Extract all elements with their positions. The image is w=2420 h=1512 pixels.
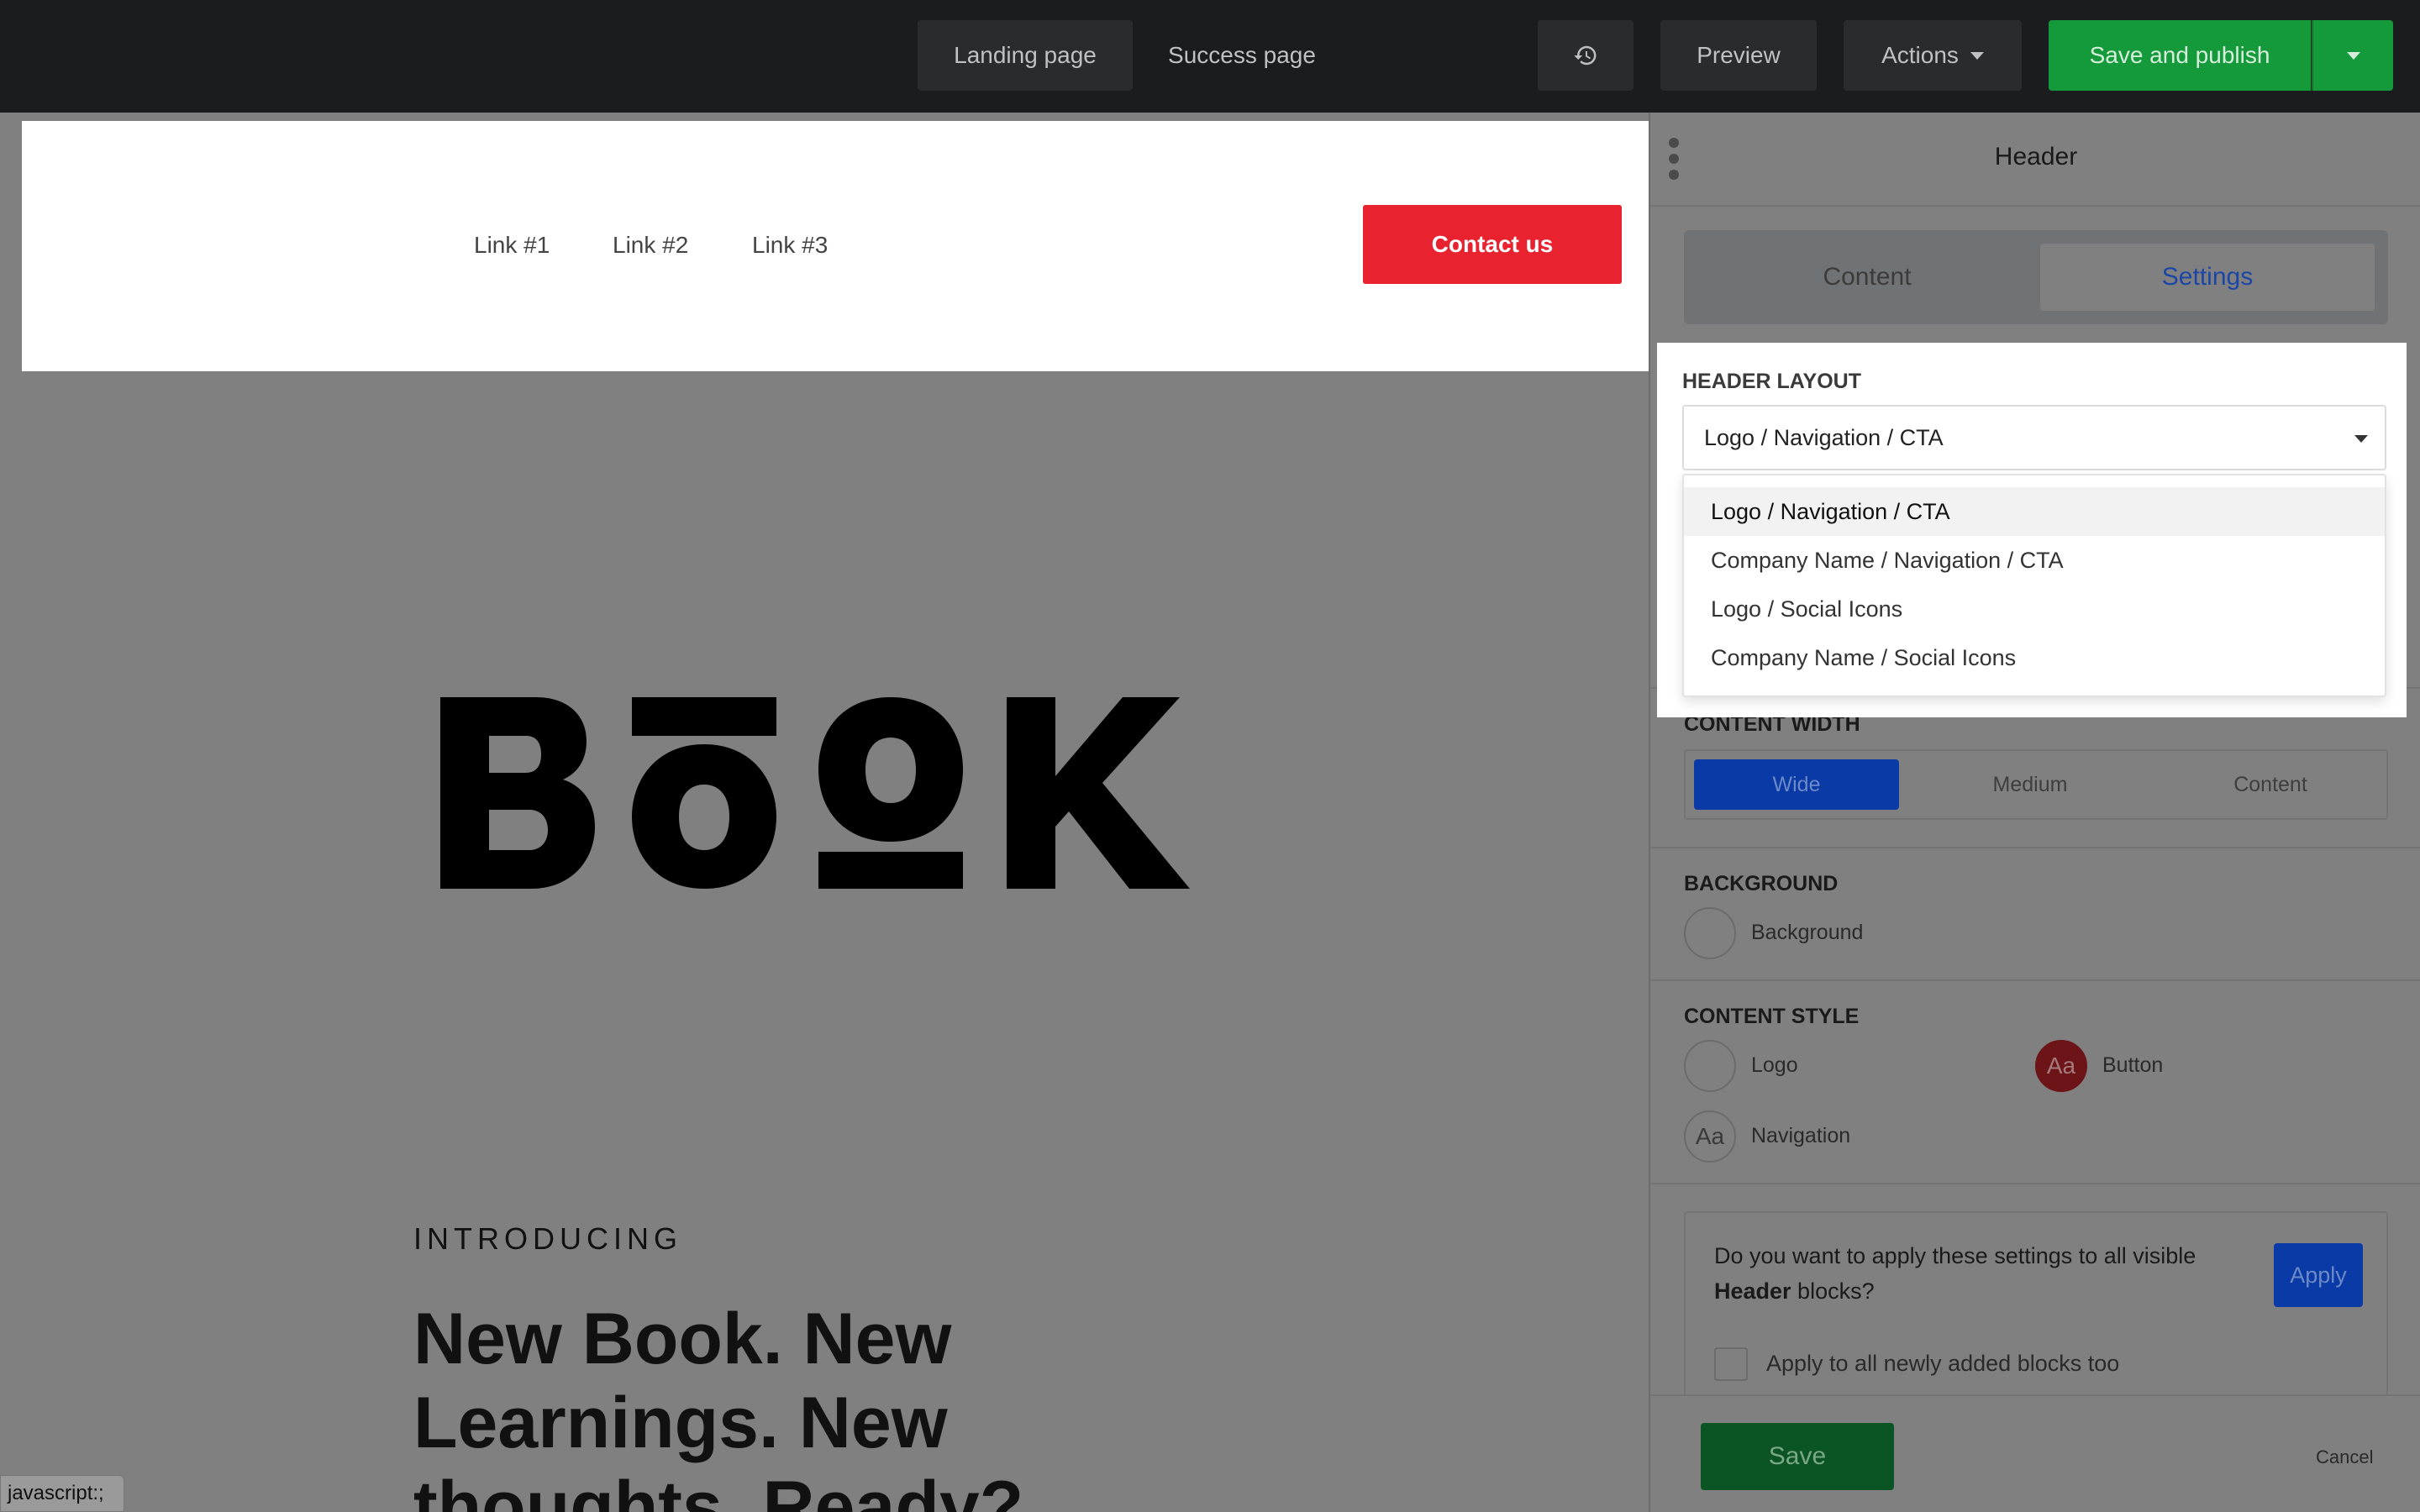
layout-option-company-nav-cta[interactable]: Company Name / Navigation / CTA	[1684, 536, 2385, 585]
save-button[interactable]: Save	[1701, 1423, 1894, 1490]
divider	[1650, 979, 2420, 981]
preview-button[interactable]: Preview	[1660, 20, 1817, 91]
tab-success-page[interactable]: Success page	[1146, 20, 1338, 91]
history-icon	[1574, 45, 1597, 66]
button-style-label: Button	[2102, 1053, 2164, 1077]
logo-style-swatch[interactable]	[1684, 1040, 1736, 1092]
nav-link-1[interactable]: Link #1	[474, 232, 550, 259]
divider	[1650, 205, 2420, 207]
book-logo	[440, 697, 1190, 889]
panel-title: Header	[1994, 143, 2078, 171]
nav-link-3[interactable]: Link #3	[752, 232, 828, 259]
header-layout-select[interactable]: Logo / Navigation / CTA	[1682, 405, 2386, 470]
publish-options-button[interactable]	[2312, 20, 2393, 91]
header-layout-options: Logo / Navigation / CTA Company Name / N…	[1682, 474, 2386, 697]
navigation-style-label: Navigation	[1751, 1124, 1851, 1147]
background-swatch[interactable]	[1684, 907, 1736, 959]
logo-style-label: Logo	[1751, 1053, 1798, 1077]
width-content-button[interactable]: Content	[2168, 759, 2373, 810]
nav-link-2[interactable]: Link #2	[613, 232, 688, 259]
layout-option-logo-nav-cta[interactable]: Logo / Navigation / CTA	[1684, 487, 2385, 536]
save-and-publish-button[interactable]: Save and publish	[2049, 20, 2311, 91]
apply-question-text: Do you want to apply these settings to a…	[1714, 1243, 2196, 1268]
divider	[1650, 847, 2420, 848]
cancel-link[interactable]: Cancel	[2316, 1446, 2373, 1468]
site-header-block[interactable]: Link #1 Link #2 Link #3 Contact us	[22, 121, 1650, 371]
navigation-style-swatch[interactable]: Aa	[1684, 1110, 1736, 1163]
tab-landing-page[interactable]: Landing page	[918, 20, 1133, 91]
status-bar-url: javascript:;	[0, 1475, 124, 1512]
width-medium-button[interactable]: Medium	[1928, 759, 2133, 810]
content-style-label: CONTENT STYLE	[1684, 1005, 1860, 1028]
intro-eyebrow: INTRODUCING	[413, 1221, 682, 1256]
chevron-down-icon	[2354, 435, 2368, 443]
hero-headline: New Book. New Learnings. New thoughts. R…	[413, 1299, 1024, 1512]
apply-new-blocks-checkbox[interactable]	[1714, 1347, 1748, 1381]
chevron-down-icon	[2346, 51, 2360, 60]
header-layout-label: HEADER LAYOUT	[1682, 370, 1861, 393]
apply-question-suffix: blocks?	[1791, 1278, 1875, 1304]
button-style-swatch[interactable]: Aa	[2035, 1040, 2087, 1092]
panel-footer: Save Cancel	[1650, 1394, 2420, 1512]
settings-panel: Header Content Settings CONTENT WIDTH Wi…	[1649, 113, 2420, 1512]
apply-question: Do you want to apply these settings to a…	[1714, 1238, 2218, 1309]
top-toolbar: Landing page Success page Preview Action…	[0, 0, 2420, 113]
header-layout-selected-value: Logo / Navigation / CTA	[1704, 424, 1944, 450]
header-layout-popover: HEADER LAYOUT Logo / Navigation / CTA Lo…	[1657, 343, 2407, 717]
content-width-toggle: Wide Medium Content	[1684, 749, 2388, 820]
background-label: BACKGROUND	[1684, 872, 1839, 895]
apply-question-block-name: Header	[1714, 1278, 1791, 1304]
background-swatch-label: Background	[1751, 921, 1864, 944]
actions-dropdown[interactable]: Actions	[1844, 20, 2022, 91]
layout-option-logo-social[interactable]: Logo / Social Icons	[1684, 585, 2385, 633]
tab-settings[interactable]: Settings	[2040, 244, 2375, 311]
page-canvas: Link #1 Link #2 Link #3 Contact us INTRO…	[0, 113, 1650, 1512]
contact-us-button[interactable]: Contact us	[1363, 205, 1622, 284]
tab-content[interactable]: Content	[1697, 244, 2037, 311]
apply-new-blocks-label: Apply to all newly added blocks too	[1766, 1351, 2120, 1376]
width-wide-button[interactable]: Wide	[1694, 759, 1899, 810]
chevron-down-icon	[1970, 51, 1984, 60]
apply-button[interactable]: Apply	[2274, 1243, 2363, 1307]
divider	[1650, 1183, 2420, 1184]
history-button[interactable]	[1538, 20, 1634, 91]
panel-tabs: Content Settings	[1684, 230, 2388, 324]
layout-option-company-social[interactable]: Company Name / Social Icons	[1684, 633, 2385, 682]
actions-label: Actions	[1881, 42, 1959, 68]
